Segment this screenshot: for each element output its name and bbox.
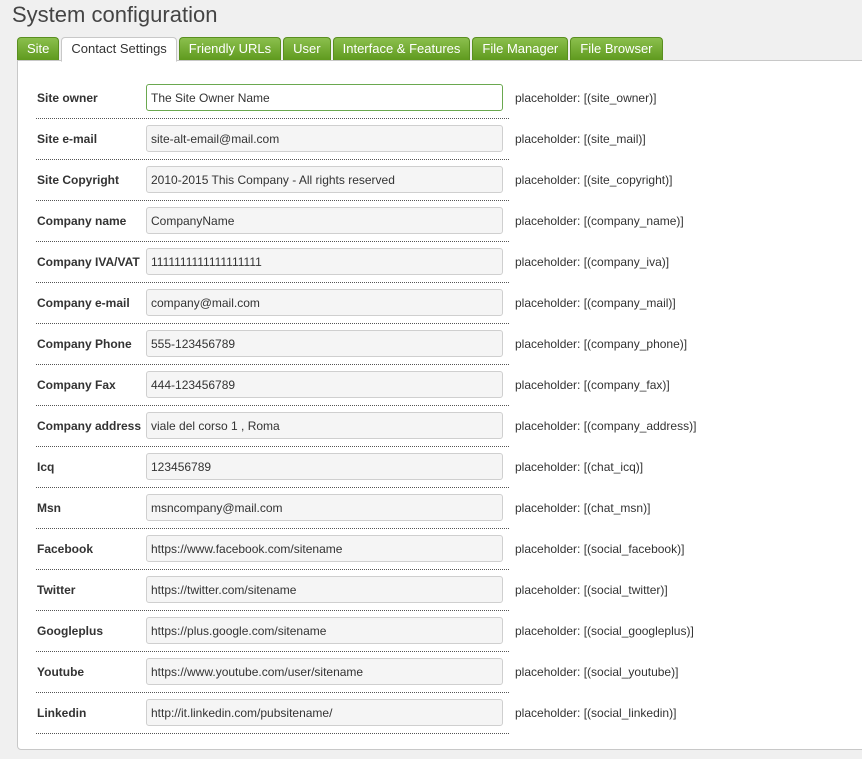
facebook-input[interactable] xyxy=(146,535,503,562)
tab-bar: Site Contact Settings Friendly URLs User… xyxy=(17,37,663,62)
placeholder-hint: placeholder: [(company_phone)] xyxy=(515,337,688,351)
site-email-input[interactable] xyxy=(146,125,503,152)
tab-file-manager[interactable]: File Manager xyxy=(472,37,569,60)
placeholder-hint: placeholder: [(social_googleplus)] xyxy=(515,624,694,638)
field-label: Twitter xyxy=(37,583,76,597)
msn-input[interactable] xyxy=(146,494,503,521)
row-divider xyxy=(36,159,509,160)
twitter-input[interactable] xyxy=(146,576,503,603)
row-divider xyxy=(36,323,509,324)
placeholder-hint: placeholder: [(company_fax)] xyxy=(515,378,670,392)
field-label: Site Copyright xyxy=(37,173,120,187)
field-label: Company Fax xyxy=(37,378,116,392)
placeholder-hint: placeholder: [(social_youtube)] xyxy=(515,665,679,679)
field-label: Googleplus xyxy=(37,624,103,638)
tab-friendly-urls[interactable]: Friendly URLs xyxy=(178,37,282,60)
row-divider xyxy=(36,610,509,611)
linkedin-input[interactable] xyxy=(146,699,503,726)
field-label: Msn xyxy=(37,501,61,515)
site-copyright-input[interactable] xyxy=(146,166,503,193)
placeholder-hint: placeholder: [(company_iva)] xyxy=(515,255,670,269)
field-label: Company Phone xyxy=(37,337,132,351)
row-divider xyxy=(36,733,509,734)
tab-user[interactable]: User xyxy=(283,37,331,60)
field-label: Company e-mail xyxy=(37,296,130,310)
placeholder-hint: placeholder: [(site_mail)] xyxy=(515,132,646,146)
placeholder-hint: placeholder: [(site_owner)] xyxy=(515,91,657,105)
tab-file-browser[interactable]: File Browser xyxy=(570,37,663,60)
row-divider xyxy=(36,241,509,242)
page-title: System configuration xyxy=(12,2,218,27)
placeholder-hint: placeholder: [(company_name)] xyxy=(515,214,684,228)
row-divider xyxy=(36,282,509,283)
row-divider xyxy=(36,446,509,447)
row-divider xyxy=(36,405,509,406)
field-label: Company name xyxy=(37,214,127,228)
row-divider xyxy=(36,692,509,693)
placeholder-hint: placeholder: [(company_mail)] xyxy=(515,296,676,310)
placeholder-hint: placeholder: [(chat_msn)] xyxy=(515,501,651,515)
field-label: Linkedin xyxy=(37,706,87,720)
row-divider xyxy=(36,528,509,529)
contact-settings-panel: Site owner placeholder: [(site_owner)] S… xyxy=(17,60,862,750)
row-divider xyxy=(36,364,509,365)
company-name-input[interactable] xyxy=(146,207,503,234)
field-label: Youtube xyxy=(37,665,85,679)
tab-contact-settings[interactable]: Contact Settings xyxy=(61,37,177,62)
youtube-input[interactable] xyxy=(146,658,503,685)
googleplus-input[interactable] xyxy=(146,617,503,644)
field-label: Company address xyxy=(37,419,142,433)
placeholder-hint: placeholder: [(chat_icq)] xyxy=(515,460,644,474)
tab-site[interactable]: Site xyxy=(17,37,60,60)
row-divider xyxy=(36,118,509,119)
field-label: Icq xyxy=(37,460,55,474)
site-owner-input[interactable] xyxy=(146,84,503,111)
company-iva-input[interactable] xyxy=(146,248,503,275)
row-divider xyxy=(36,200,509,201)
placeholder-hint: placeholder: [(site_copyright)] xyxy=(515,173,673,187)
tab-interface-features[interactable]: Interface & Features xyxy=(332,37,471,60)
row-divider xyxy=(36,651,509,652)
company-address-input[interactable] xyxy=(146,412,503,439)
row-divider xyxy=(36,569,509,570)
company-fax-input[interactable] xyxy=(146,371,503,398)
field-label: Site owner xyxy=(37,91,98,105)
placeholder-hint: placeholder: [(company_address)] xyxy=(515,419,697,433)
placeholder-hint: placeholder: [(social_linkedin)] xyxy=(515,706,677,720)
field-label: Facebook xyxy=(37,542,94,556)
placeholder-hint: placeholder: [(social_facebook)] xyxy=(515,542,685,556)
field-label: Company IVA/VAT xyxy=(37,255,140,269)
field-label: Site e-mail xyxy=(37,132,98,146)
row-divider xyxy=(36,487,509,488)
company-phone-input[interactable] xyxy=(146,330,503,357)
company-email-input[interactable] xyxy=(146,289,503,316)
icq-input[interactable] xyxy=(146,453,503,480)
placeholder-hint: placeholder: [(social_twitter)] xyxy=(515,583,668,597)
